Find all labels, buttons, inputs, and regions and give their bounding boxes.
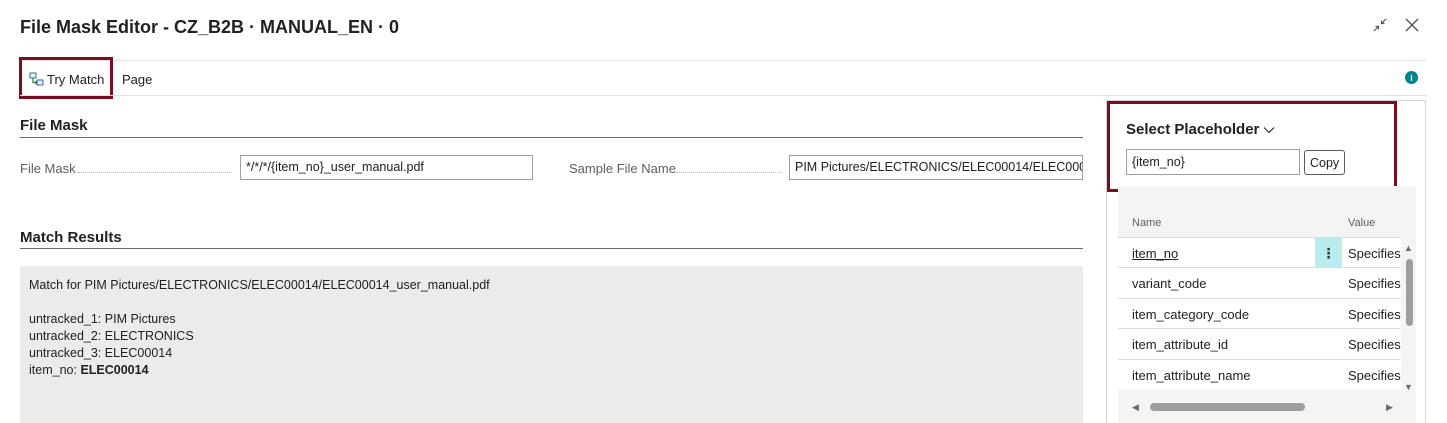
collapse-button[interactable] [1369,14,1391,36]
match-results-section-rule [20,248,1083,249]
row-name: item_attribute_name [1132,368,1251,383]
vertical-scroll-thumb[interactable] [1406,259,1413,326]
row-value: Specifies the variant code [1348,276,1401,291]
table-row[interactable]: item_attribute_name Specifies the item a… [1118,359,1401,390]
select-placeholder-header[interactable]: Select Placeholder [1126,121,1275,138]
grid-header: Name Value [1118,186,1416,236]
info-icon[interactable]: i [1405,71,1418,84]
page-menu-label: Page [122,71,153,87]
match-line: untracked_2: ELECTRONICS [29,329,194,343]
toolbar-divider [20,95,1427,96]
table-row[interactable]: item_no ⋮ Specifies the item number [1118,237,1401,268]
table-row[interactable]: variant_code Specifies the variant code [1118,267,1401,298]
close-icon [1405,18,1419,32]
try-match-label: Try Match [47,71,105,87]
file-mask-leader [78,172,232,173]
match-heading: Match for PIM Pictures/ELECTRONICS/ELEC0… [29,278,490,292]
row-value: Specifies the item attribute id [1348,337,1401,352]
scroll-down-icon[interactable]: ▼ [1404,382,1413,392]
table-row[interactable]: item_attribute_id Specifies the item att… [1118,328,1401,359]
chevron-down-icon [1263,126,1275,133]
row-value: Specifies the item category code [1348,307,1401,322]
window-title: File Mask Editor - CZ_B2B · MANUAL_EN · … [20,17,400,37]
row-name: item_attribute_id [1132,337,1229,352]
match-line: untracked_3: ELEC00014 [29,346,173,360]
match-line: untracked_1: PIM Pictures [29,312,176,326]
row-name: item_category_code [1132,307,1250,322]
horizontal-scroll-thumb[interactable] [1150,403,1305,411]
table-row[interactable]: item_category_code Specifies the item ca… [1118,298,1401,329]
try-match-button[interactable]: Try Match [29,66,104,92]
sample-file-name-label: Sample File Name [569,161,676,176]
header-divider [20,60,1427,61]
file-mask-label: File Mask [20,161,76,176]
row-actions-icon[interactable]: ⋮ [1315,238,1342,268]
close-button[interactable] [1401,14,1423,36]
row-value: Specifies the item attribute name [1348,368,1401,383]
scroll-left-icon[interactable]: ◀ [1132,402,1139,412]
select-placeholder-title: Select Placeholder [1126,121,1260,138]
row-value: Specifies the item number [1348,246,1401,261]
file-mask-input[interactable]: */*/*/{item_no}_user_manual.pdf [240,155,533,180]
name-column-header[interactable]: Name [1132,217,1161,229]
scroll-right-icon[interactable]: ▶ [1386,402,1393,412]
row-name: variant_code [1132,276,1207,291]
collapse-icon [1373,18,1387,32]
placeholder-highlight [1107,101,1397,192]
file-mask-section-rule [20,137,1083,138]
page-menu-button[interactable]: Page [122,66,152,92]
sample-file-name-input[interactable]: PIM Pictures/ELECTRONICS/ELEC00014/ELEC0… [789,155,1083,180]
placeholder-grid: Name Value item_no ⋮ Specifies the item … [1118,186,1416,423]
match-results-output: Match for PIM Pictures/ELECTRONICS/ELEC0… [20,266,1083,423]
value-column-header[interactable]: Value [1348,217,1375,229]
placeholder-input[interactable]: {item_no} [1126,149,1300,175]
row-name[interactable]: item_no [1132,246,1178,261]
file-mask-section-title: File Mask [20,117,88,134]
match-line: item_no: ELEC00014 [29,363,149,377]
scroll-up-icon[interactable]: ▲ [1404,243,1413,253]
copy-button[interactable]: Copy [1304,150,1346,175]
try-match-icon [29,72,44,86]
match-results-section-title: Match Results [20,229,122,246]
sample-file-name-leader [676,172,782,173]
